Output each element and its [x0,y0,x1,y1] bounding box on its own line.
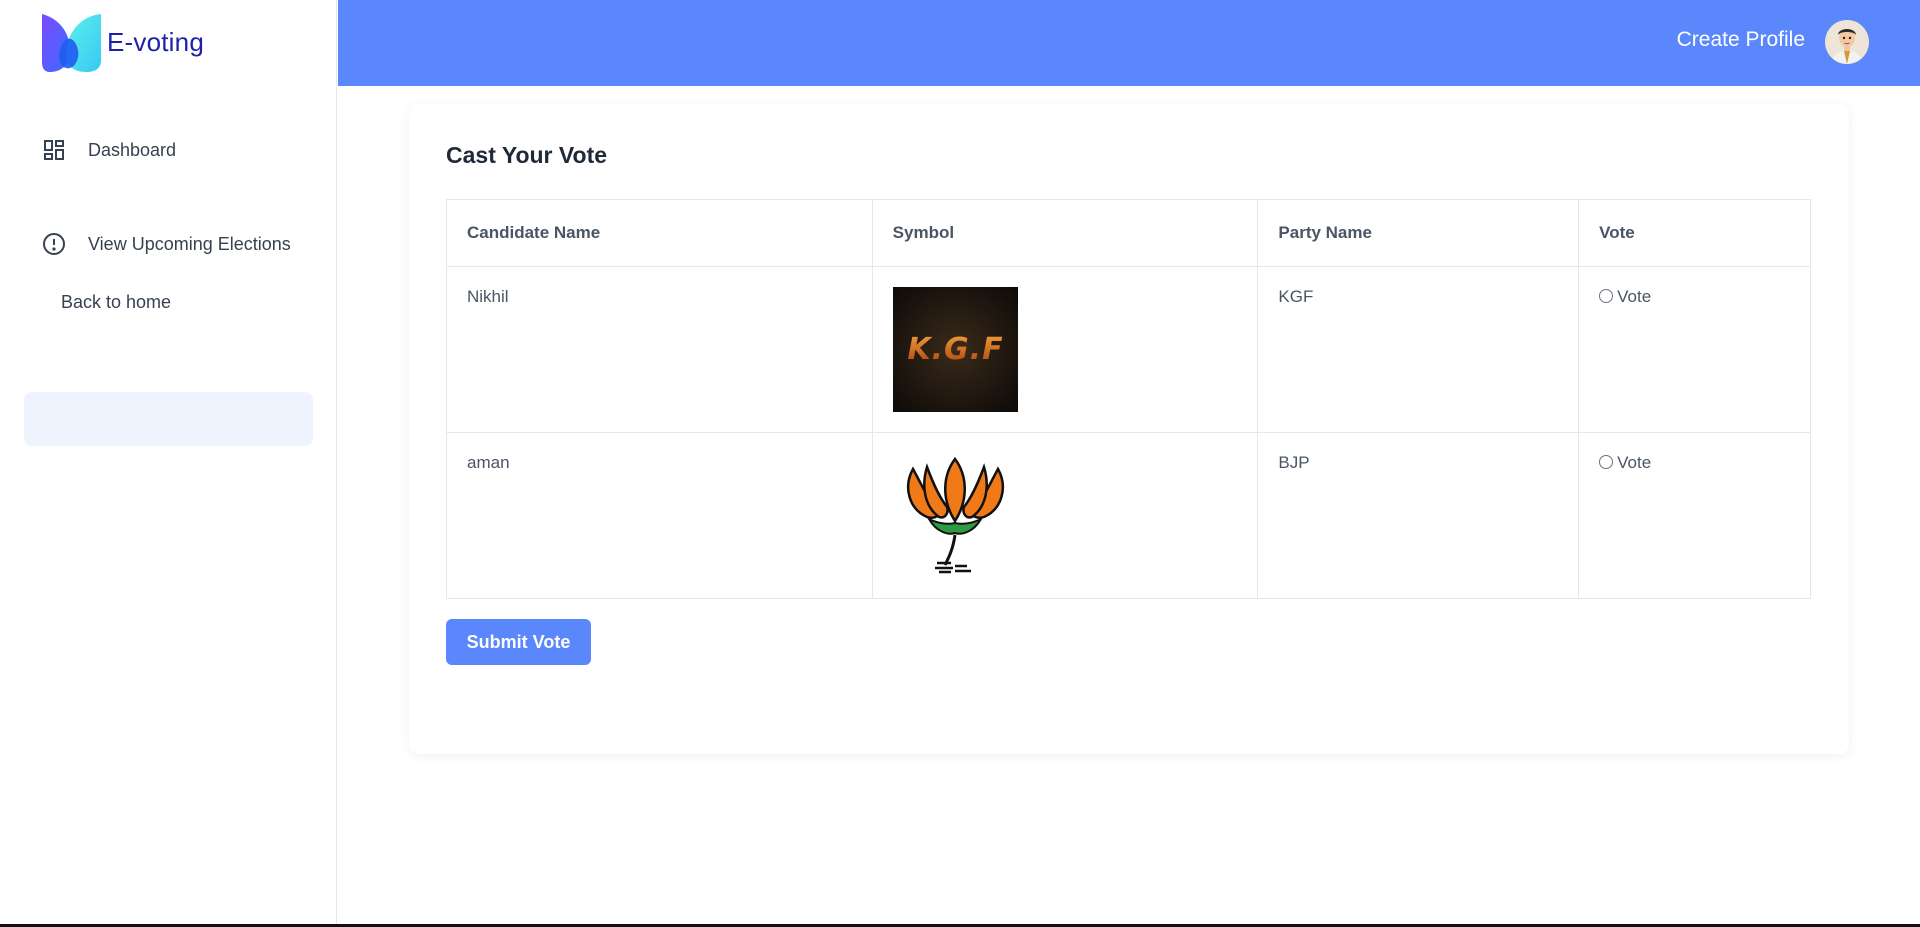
party-name-cell: BJP [1257,432,1580,599]
vote-radio-label: Vote [1617,453,1652,472]
candidates-table: Candidate Name Symbol Party Name Vote Ni… [446,199,1811,599]
vote-radio-label: Vote [1617,287,1652,306]
sidebar-highlight [24,392,313,446]
brand[interactable]: E-voting [40,10,204,74]
lotus-image [892,453,1018,578]
svg-text:K.G.F: K.G.F [907,332,1003,367]
create-profile-link[interactable]: Create Profile [1677,28,1805,52]
symbol-cell: K.G.F [871,266,1259,433]
column-header-vote: Vote [1578,199,1811,267]
top-header: Create Profile [338,0,1920,86]
brand-name: E-voting [107,26,204,57]
vote-cell: Vote [1578,266,1811,433]
sidebar-item-view-upcoming-elections[interactable]: View Upcoming Elections [42,232,291,256]
dashboard-grid-icon [42,138,66,162]
column-header-candidate-name: Candidate Name [446,199,873,267]
table-row: Nikhil K.G.F KGF Vote [446,266,1811,433]
column-header-symbol: Symbol [871,199,1259,267]
vote-radio-option[interactable]: Vote [1599,287,1651,307]
sidebar-item-dashboard[interactable]: Dashboard [42,138,176,162]
vote-radio-option[interactable]: Vote [1599,453,1651,473]
butterfly-logo-icon [40,10,103,74]
column-header-party-name: Party Name [1257,199,1580,267]
page-title: Cast Your Vote [446,142,608,168]
candidate-name-cell: Nikhil [446,266,873,433]
submit-vote-button[interactable]: Submit Vote [446,619,591,665]
table-row: aman BJP Vote [446,432,1811,599]
symbol-cell [871,432,1259,599]
kgf-logo-image: K.G.F [892,287,1018,412]
table-header-row: Candidate Name Symbol Party Name Vote [446,199,1811,267]
candidate-name-cell: aman [446,432,873,599]
avatar[interactable] [1825,20,1869,64]
sidebar-item-label: Dashboard [88,139,177,160]
vote-radio[interactable] [1599,454,1614,469]
info-circle-icon [42,232,66,256]
cast-vote-card: Cast Your Vote Candidate Name Symbol Par… [409,104,1849,754]
vote-radio[interactable] [1599,288,1614,303]
vote-cell: Vote [1578,432,1811,599]
sidebar: E-voting Dashboard View Upcoming Electio… [0,0,337,927]
back-to-home-link[interactable]: Back to home [61,292,171,313]
sidebar-item-label: View Upcoming Elections [88,233,291,254]
party-name-cell: KGF [1257,266,1580,433]
